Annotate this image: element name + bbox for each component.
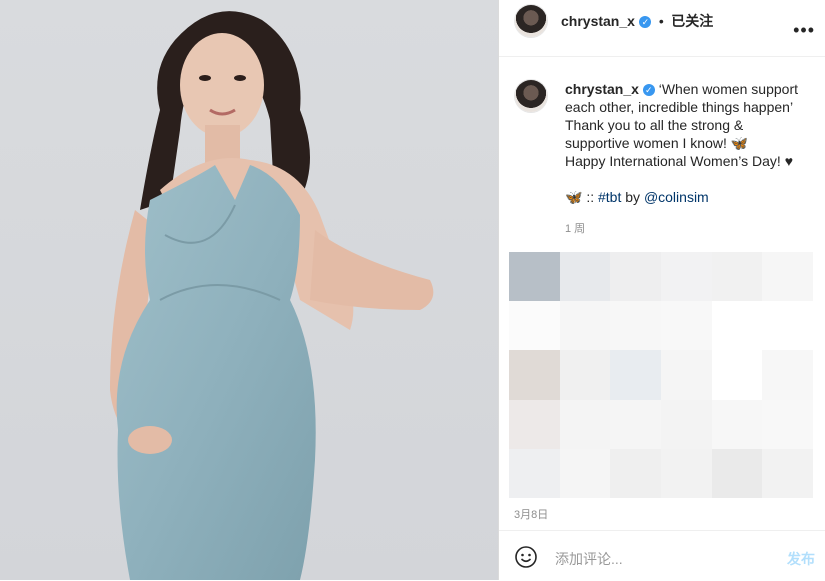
header-separator: • bbox=[658, 13, 664, 29]
post-photo[interactable] bbox=[0, 0, 498, 580]
blurred-comments-area bbox=[509, 252, 813, 498]
hashtag-link[interactable]: #tbt bbox=[598, 189, 621, 205]
mention-link[interactable]: @colinsim bbox=[644, 189, 709, 205]
caption-verified-badge-icon: ✓ bbox=[642, 84, 655, 97]
caption-line-2: Thank you to all the strong & supportive… bbox=[565, 117, 749, 151]
author-avatar[interactable] bbox=[515, 5, 547, 37]
caption-line-3: Happy International Women’s Day! ♥ bbox=[565, 153, 794, 169]
post-date: 3月8日 bbox=[514, 509, 549, 521]
more-options-icon[interactable]: ••• bbox=[793, 20, 815, 41]
caption-username[interactable]: chrystan_x bbox=[565, 81, 639, 97]
post-header: chrystan_x ✓ • 已关注 ••• bbox=[499, 0, 825, 57]
caption-credit-by: by bbox=[621, 189, 644, 205]
caption-avatar[interactable] bbox=[515, 80, 547, 112]
post-caption: chrystan_x ✓ ‘When women support each ot… bbox=[565, 80, 805, 206]
header-user-row: chrystan_x ✓ • 已关注 bbox=[561, 11, 713, 31]
post-comment-button[interactable]: 发布 bbox=[787, 549, 815, 569]
caption-age: 1 周 bbox=[565, 223, 586, 235]
verified-badge-icon: ✓ bbox=[639, 15, 652, 28]
comment-input[interactable]: 添加评论... bbox=[555, 549, 623, 569]
post-details-panel: chrystan_x ✓ • 已关注 ••• chrystan_x ✓ ‘Whe… bbox=[499, 0, 825, 580]
emoji-icon[interactable] bbox=[515, 546, 537, 568]
header-username[interactable]: chrystan_x bbox=[561, 13, 635, 29]
caption-credit-prefix: 🦋 :: bbox=[565, 189, 598, 205]
follow-status-button[interactable]: 已关注 bbox=[671, 13, 713, 29]
comment-bar: 添加评论... 发布 bbox=[499, 530, 825, 581]
portrait-illustration bbox=[110, 11, 434, 580]
